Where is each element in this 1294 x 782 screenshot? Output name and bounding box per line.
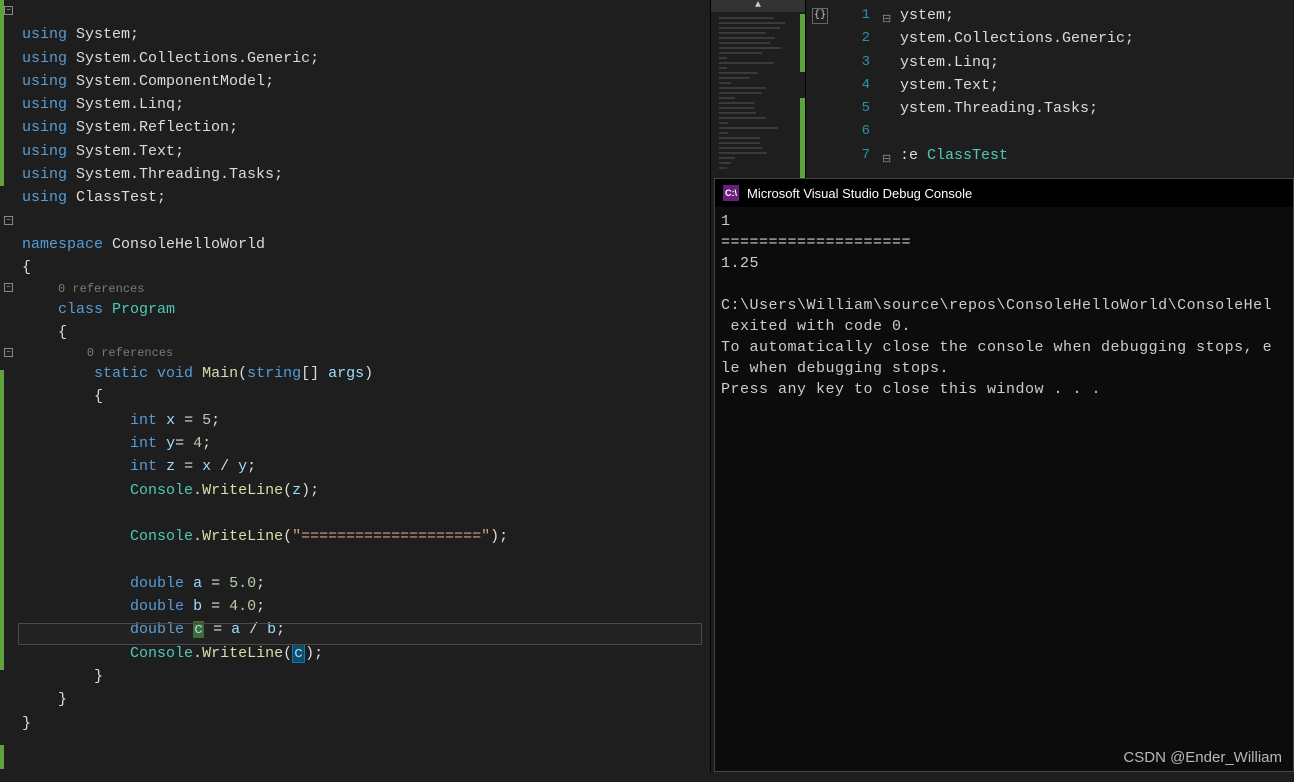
codelens[interactable]: 0 references [22, 280, 710, 298]
left-code-area[interactable]: using System; using System.Collections.G… [18, 0, 710, 772]
class-name: Program [112, 301, 175, 318]
line-num: 7 [834, 144, 882, 167]
watermark-text: CSDN @Ender_William [1123, 749, 1282, 766]
codelens[interactable]: 0 references [22, 344, 710, 362]
ns-name: ConsoleHelloWorld [112, 236, 265, 253]
fold-icon[interactable]: ⊟ [882, 149, 891, 172]
left-editor-pane[interactable]: − − − − using System; using System.Colle… [0, 0, 710, 772]
code-line: :e ClassTest [900, 144, 1294, 167]
vs-console-icon: C:\ [723, 185, 739, 201]
debug-console-window[interactable]: C:\ Microsoft Visual Studio Debug Consol… [714, 178, 1294, 772]
code-line: ystem.Collections.Generic; [900, 27, 1294, 50]
method-main: Main [202, 365, 238, 382]
line-num: 1 [834, 4, 882, 27]
code-line: ystem.Linq; [900, 51, 1294, 74]
change-bar [0, 0, 4, 186]
line-num: 4 [834, 74, 882, 97]
line-num: 6 [834, 120, 882, 143]
fold-icon[interactable]: − [4, 6, 13, 15]
code-line: ystem.Text; [900, 74, 1294, 97]
line-num: 2 [834, 27, 882, 50]
ns: System [76, 26, 130, 43]
code-line: ystem; [900, 4, 1294, 27]
kw-using: using [22, 26, 67, 43]
code-line [900, 120, 1294, 143]
scroll-up-icon[interactable]: ▲ [711, 0, 805, 12]
console-output: 1 ==================== 1.25 C:\Users\Wil… [715, 207, 1293, 404]
code-line: ystem.Threading.Tasks; [900, 97, 1294, 120]
line-num: 3 [834, 51, 882, 74]
change-bar [0, 370, 4, 670]
scope-brace-icon[interactable]: {} [812, 8, 828, 24]
minimap-change-marker [800, 14, 805, 72]
console-titlebar[interactable]: C:\ Microsoft Visual Studio Debug Consol… [715, 179, 1293, 207]
console-title-text: Microsoft Visual Studio Debug Console [747, 186, 972, 201]
line-num: 5 [834, 97, 882, 120]
fold-icon[interactable]: − [4, 216, 13, 225]
minimap-change-marker [800, 98, 805, 178]
caret-line-highlight [18, 623, 702, 645]
right-editor-pane[interactable]: {} 1⊟ystem; 2ystem.Collections.Generic; … [806, 0, 1294, 772]
fold-icon[interactable]: − [4, 283, 13, 292]
caret-var: c [292, 644, 305, 663]
minimap-body [719, 14, 797, 172]
left-gutter: − − − − [0, 0, 18, 772]
kw-namespace: namespace [22, 236, 103, 253]
change-bar [0, 745, 4, 769]
fold-icon[interactable]: − [4, 348, 13, 357]
